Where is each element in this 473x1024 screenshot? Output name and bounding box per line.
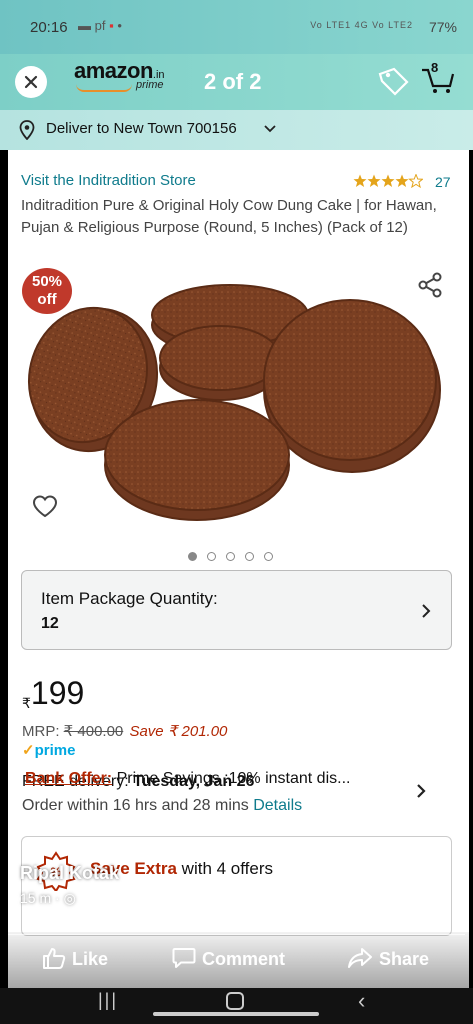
- notif-text: pf: [94, 18, 106, 33]
- discount-badge: 50% off: [22, 268, 72, 314]
- notification-icons: ▬ pf ▪ •: [78, 18, 122, 33]
- product-image[interactable]: [22, 260, 452, 530]
- carousel-dot[interactable]: [264, 552, 273, 561]
- offers-card[interactable]: % Save Extra with 4 offers: [21, 836, 452, 936]
- quantity-selector[interactable]: Item Package Quantity: 12: [21, 570, 452, 650]
- carousel-dot[interactable]: [245, 552, 254, 561]
- home-button[interactable]: [226, 992, 244, 1010]
- like-button[interactable]: Like: [42, 947, 108, 970]
- share-arrow-icon: [348, 948, 372, 968]
- story-author[interactable]: Ripal Kotak: [20, 863, 119, 884]
- app-header: amazon.in prime 2 of 2: [0, 54, 473, 110]
- heart-icon[interactable]: [32, 495, 58, 519]
- battery-level: 77%: [428, 19, 457, 35]
- smile-icon: [76, 84, 132, 92]
- quantity-label: Item Package Quantity:: [41, 589, 218, 608]
- story-counter: 2 of 2: [204, 69, 262, 94]
- location-pin-icon: [19, 120, 35, 140]
- recent-apps-button[interactable]: |||: [98, 990, 118, 1011]
- story-time: 15 m · ◎: [20, 890, 76, 906]
- screen: 20:16 ▬ pf ▪ • Vo LTE1 4G Vo LTE2 77% am…: [0, 0, 473, 1024]
- back-button[interactable]: ‹: [358, 988, 365, 1014]
- store-link[interactable]: Visit the Inditradition Store: [21, 172, 196, 189]
- quantity-value: 12: [41, 615, 59, 632]
- status-time: 20:16: [30, 19, 68, 36]
- close-story-button[interactable]: [15, 66, 47, 98]
- app-icon: ▪: [109, 18, 114, 33]
- product-page: Visit the Inditradition Store 27 Inditra…: [8, 150, 469, 1024]
- image-carousel-dots[interactable]: [188, 548, 283, 566]
- chevron-right-icon: [422, 604, 431, 618]
- order-within: Order within 16 hrs and 28 mins Details: [22, 797, 303, 814]
- rating-stars[interactable]: [353, 174, 423, 188]
- check-icon: ✓: [22, 742, 35, 759]
- chevron-down-icon: [264, 125, 276, 133]
- share-icon[interactable]: [417, 272, 443, 298]
- mrp-line: MRP: ₹ 400.00 Save ₹ 201.00: [22, 723, 228, 740]
- details-link[interactable]: Details: [253, 797, 302, 814]
- thumbs-up-icon: [43, 948, 66, 969]
- savings-text: Save ₹ 201.00: [129, 723, 228, 740]
- deliver-to-bar[interactable]: Deliver to New Town 700156: [0, 110, 473, 150]
- prime-badge: ✓prime: [22, 742, 76, 759]
- carousel-dot[interactable]: [207, 552, 216, 561]
- carousel-dot[interactable]: [226, 552, 235, 561]
- product-title: Inditradition Pure & Original Holy Cow D…: [21, 197, 437, 236]
- dot-icon: •: [117, 18, 122, 33]
- gesture-bar: [153, 1012, 319, 1016]
- comment-button[interactable]: Comment: [172, 947, 285, 970]
- share-button[interactable]: Share: [347, 947, 429, 970]
- divider: [8, 934, 465, 935]
- tag-icon[interactable]: [376, 66, 410, 96]
- mrp-value: ₹ 400.00: [63, 723, 124, 740]
- network-indicator: Vo LTE1 4G Vo LTE2: [310, 20, 413, 30]
- deliver-to-text: Deliver to New Town 700156: [46, 120, 237, 137]
- cart-count: 8: [431, 60, 439, 75]
- close-icon: [24, 75, 38, 89]
- price: ₹199: [22, 675, 85, 711]
- chevron-right-icon[interactable]: [416, 783, 426, 799]
- story-action-bar: Like Comment Share: [0, 932, 473, 988]
- rating-count[interactable]: 27: [435, 174, 451, 190]
- status-bar: 20:16 ▬ pf ▪ • Vo LTE1 4G Vo LTE2 77%: [0, 0, 473, 54]
- comment-icon: [172, 948, 196, 968]
- amazon-logo[interactable]: amazon.in prime: [74, 58, 165, 92]
- system-nav-bar: ||| ‹: [0, 988, 473, 1024]
- carousel-dot[interactable]: [188, 552, 197, 561]
- bank-offer[interactable]: Bank Offer: Prime Savings :10% instant d…: [25, 770, 350, 788]
- message-icon: ▬: [78, 18, 91, 33]
